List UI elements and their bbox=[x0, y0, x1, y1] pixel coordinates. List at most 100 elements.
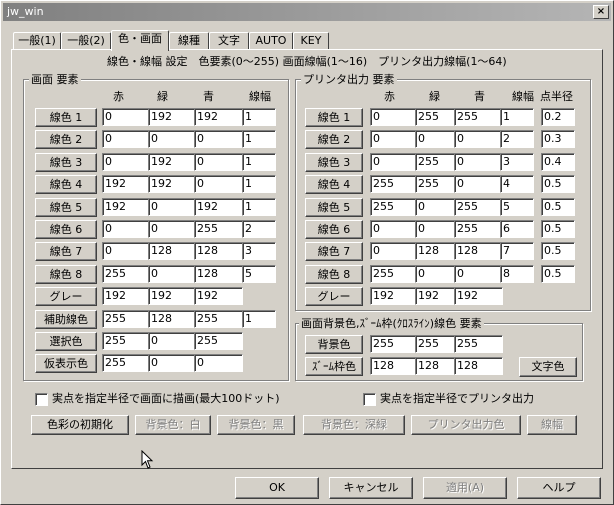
text-color-button[interactable]: 文字色 bbox=[519, 357, 577, 377]
printer-width-field[interactable]: 3 bbox=[500, 152, 534, 171]
screen-green-field[interactable]: 192 bbox=[148, 108, 197, 126]
printer-color-button[interactable]: 線色 5 bbox=[305, 197, 363, 217]
background-color-button[interactable]: ｽﾞｰﾑ枠色 bbox=[305, 357, 363, 376]
printer-radius-field[interactable]: 0.2 bbox=[541, 108, 575, 126]
printer-red-field[interactable]: 0 bbox=[370, 220, 419, 238]
background-blue-field[interactable]: 255 bbox=[454, 335, 503, 353]
printer-blue-field[interactable]: 0 bbox=[454, 152, 503, 171]
screen-red-field[interactable]: 255 bbox=[102, 332, 151, 350]
printer-blue-field[interactable]: 255 bbox=[454, 108, 503, 126]
printer-width-field[interactable]: 2 bbox=[500, 130, 534, 149]
printer-red-field[interactable]: 192 bbox=[370, 287, 419, 306]
screen-width-field[interactable]: 5 bbox=[242, 264, 276, 283]
screen-blue-field[interactable]: 128 bbox=[194, 242, 243, 261]
tab-color-screen[interactable]: 色・画面 bbox=[111, 30, 169, 51]
tab-key[interactable]: KEY bbox=[293, 32, 329, 50]
screen-green-field[interactable]: 0 bbox=[148, 332, 197, 350]
bg-white-button[interactable]: 背景色：白 bbox=[135, 415, 211, 435]
printer-color-button[interactable]: 線色 6 bbox=[305, 220, 363, 239]
screen-green-field[interactable]: 0 bbox=[148, 220, 197, 238]
background-blue-field[interactable]: 128 bbox=[454, 357, 503, 375]
printer-radius-field[interactable]: 0.3 bbox=[541, 130, 575, 149]
screen-blue-field[interactable]: 255 bbox=[194, 332, 243, 350]
screen-width-field[interactable]: 2 bbox=[242, 220, 276, 238]
screen-green-field[interactable]: 192 bbox=[148, 152, 197, 171]
screen-green-field[interactable]: 0 bbox=[148, 130, 197, 149]
screen-width-field[interactable]: 1 bbox=[242, 309, 276, 328]
screen-color-button[interactable]: 線色 7 bbox=[35, 242, 97, 262]
screen-color-button[interactable]: 線色 8 bbox=[35, 264, 97, 284]
printer-blue-field[interactable]: 0 bbox=[454, 264, 503, 283]
screen-color-button[interactable]: 選択色 bbox=[35, 332, 97, 351]
printer-red-field[interactable]: 0 bbox=[370, 108, 419, 126]
printer-radius-field[interactable]: 0.5 bbox=[541, 264, 575, 283]
screen-color-button[interactable]: 線色 1 bbox=[35, 108, 97, 127]
screen-color-button[interactable]: 補助線色 bbox=[35, 309, 97, 329]
screen-red-field[interactable]: 0 bbox=[102, 220, 151, 238]
printer-color-button[interactable]: 線色 2 bbox=[305, 130, 363, 150]
background-red-field[interactable]: 128 bbox=[370, 357, 419, 375]
printer-red-field[interactable]: 255 bbox=[370, 175, 419, 194]
screen-color-button[interactable]: 線色 5 bbox=[35, 197, 97, 217]
bg-dark-green-button[interactable]: 背景色：深緑 bbox=[303, 415, 405, 435]
printer-red-field[interactable]: 0 bbox=[370, 242, 419, 261]
bg-black-button[interactable]: 背景色：黒 bbox=[217, 415, 295, 435]
cancel-button[interactable]: キャンセル bbox=[329, 477, 413, 499]
screen-color-button[interactable]: 線色 2 bbox=[35, 130, 97, 150]
printer-color-button[interactable]: 線色 4 bbox=[305, 175, 363, 195]
screen-green-field[interactable]: 0 bbox=[148, 264, 197, 283]
screen-blue-field[interactable]: 0 bbox=[194, 175, 243, 194]
printer-width-field[interactable]: 8 bbox=[500, 264, 534, 283]
printer-width-field[interactable]: 5 bbox=[500, 197, 534, 216]
screen-blue-field[interactable]: 0 bbox=[194, 152, 243, 171]
screen-blue-field[interactable]: 0 bbox=[194, 130, 243, 149]
screen-blue-field[interactable]: 255 bbox=[194, 220, 243, 238]
printer-blue-field[interactable]: 255 bbox=[454, 197, 503, 216]
screen-green-field[interactable]: 128 bbox=[148, 242, 197, 261]
screen-color-button[interactable]: 線色 6 bbox=[35, 220, 97, 239]
printer-point-checkbox[interactable] bbox=[363, 393, 376, 406]
screen-red-field[interactable]: 255 bbox=[102, 264, 151, 283]
line-width-button[interactable]: 線幅 bbox=[527, 415, 577, 435]
printer-blue-field[interactable]: 0 bbox=[454, 175, 503, 194]
printer-red-field[interactable]: 255 bbox=[370, 197, 419, 216]
apply-button[interactable]: 適用(A) bbox=[423, 477, 507, 499]
screen-red-field[interactable]: 192 bbox=[102, 197, 151, 216]
screen-color-button[interactable]: 線色 4 bbox=[35, 175, 97, 195]
screen-width-field[interactable]: 1 bbox=[242, 175, 276, 194]
printer-color-button[interactable]: 線色 3 bbox=[305, 152, 363, 172]
printer-width-field[interactable]: 4 bbox=[500, 175, 534, 194]
screen-green-field[interactable]: 0 bbox=[148, 354, 197, 373]
screen-blue-field[interactable]: 192 bbox=[194, 108, 243, 126]
screen-red-field[interactable]: 192 bbox=[102, 175, 151, 194]
close-button[interactable]: × bbox=[593, 5, 609, 19]
screen-red-field[interactable]: 0 bbox=[102, 108, 151, 126]
screen-color-button[interactable]: 仮表示色 bbox=[35, 354, 97, 374]
printer-red-field[interactable]: 0 bbox=[370, 130, 419, 149]
screen-green-field[interactable]: 192 bbox=[148, 175, 197, 194]
printer-blue-field[interactable]: 255 bbox=[454, 220, 503, 238]
ok-button[interactable]: OK bbox=[235, 477, 319, 499]
tab-line-type[interactable]: 線種 bbox=[169, 32, 209, 50]
printer-color-button[interactable]: 線色 7 bbox=[305, 242, 363, 262]
printer-red-field[interactable]: 0 bbox=[370, 152, 419, 171]
printer-radius-field[interactable]: 0.5 bbox=[541, 242, 575, 261]
background-red-field[interactable]: 255 bbox=[370, 335, 419, 353]
printer-color-button[interactable]: プリンタ出力色 bbox=[411, 415, 521, 435]
screen-green-field[interactable]: 128 bbox=[148, 309, 197, 328]
screen-red-field[interactable]: 255 bbox=[102, 354, 151, 373]
screen-width-field[interactable]: 1 bbox=[242, 197, 276, 216]
printer-blue-field[interactable]: 128 bbox=[454, 242, 503, 261]
color-init-button[interactable]: 色彩の初期化 bbox=[31, 415, 129, 435]
background-color-button[interactable]: 背景色 bbox=[305, 335, 363, 354]
printer-radius-field[interactable]: 0.4 bbox=[541, 152, 575, 171]
screen-blue-field[interactable]: 0 bbox=[194, 354, 243, 373]
printer-radius-field[interactable]: 0.5 bbox=[541, 197, 575, 216]
screen-blue-field[interactable]: 128 bbox=[194, 264, 243, 283]
printer-color-button[interactable]: グレー bbox=[305, 287, 363, 307]
printer-blue-field[interactable]: 192 bbox=[454, 287, 503, 306]
screen-width-field[interactable]: 1 bbox=[242, 152, 276, 171]
help-button[interactable]: ヘルプ bbox=[517, 477, 601, 499]
screen-blue-field[interactable]: 255 bbox=[194, 309, 243, 328]
screen-green-field[interactable]: 192 bbox=[148, 287, 197, 306]
